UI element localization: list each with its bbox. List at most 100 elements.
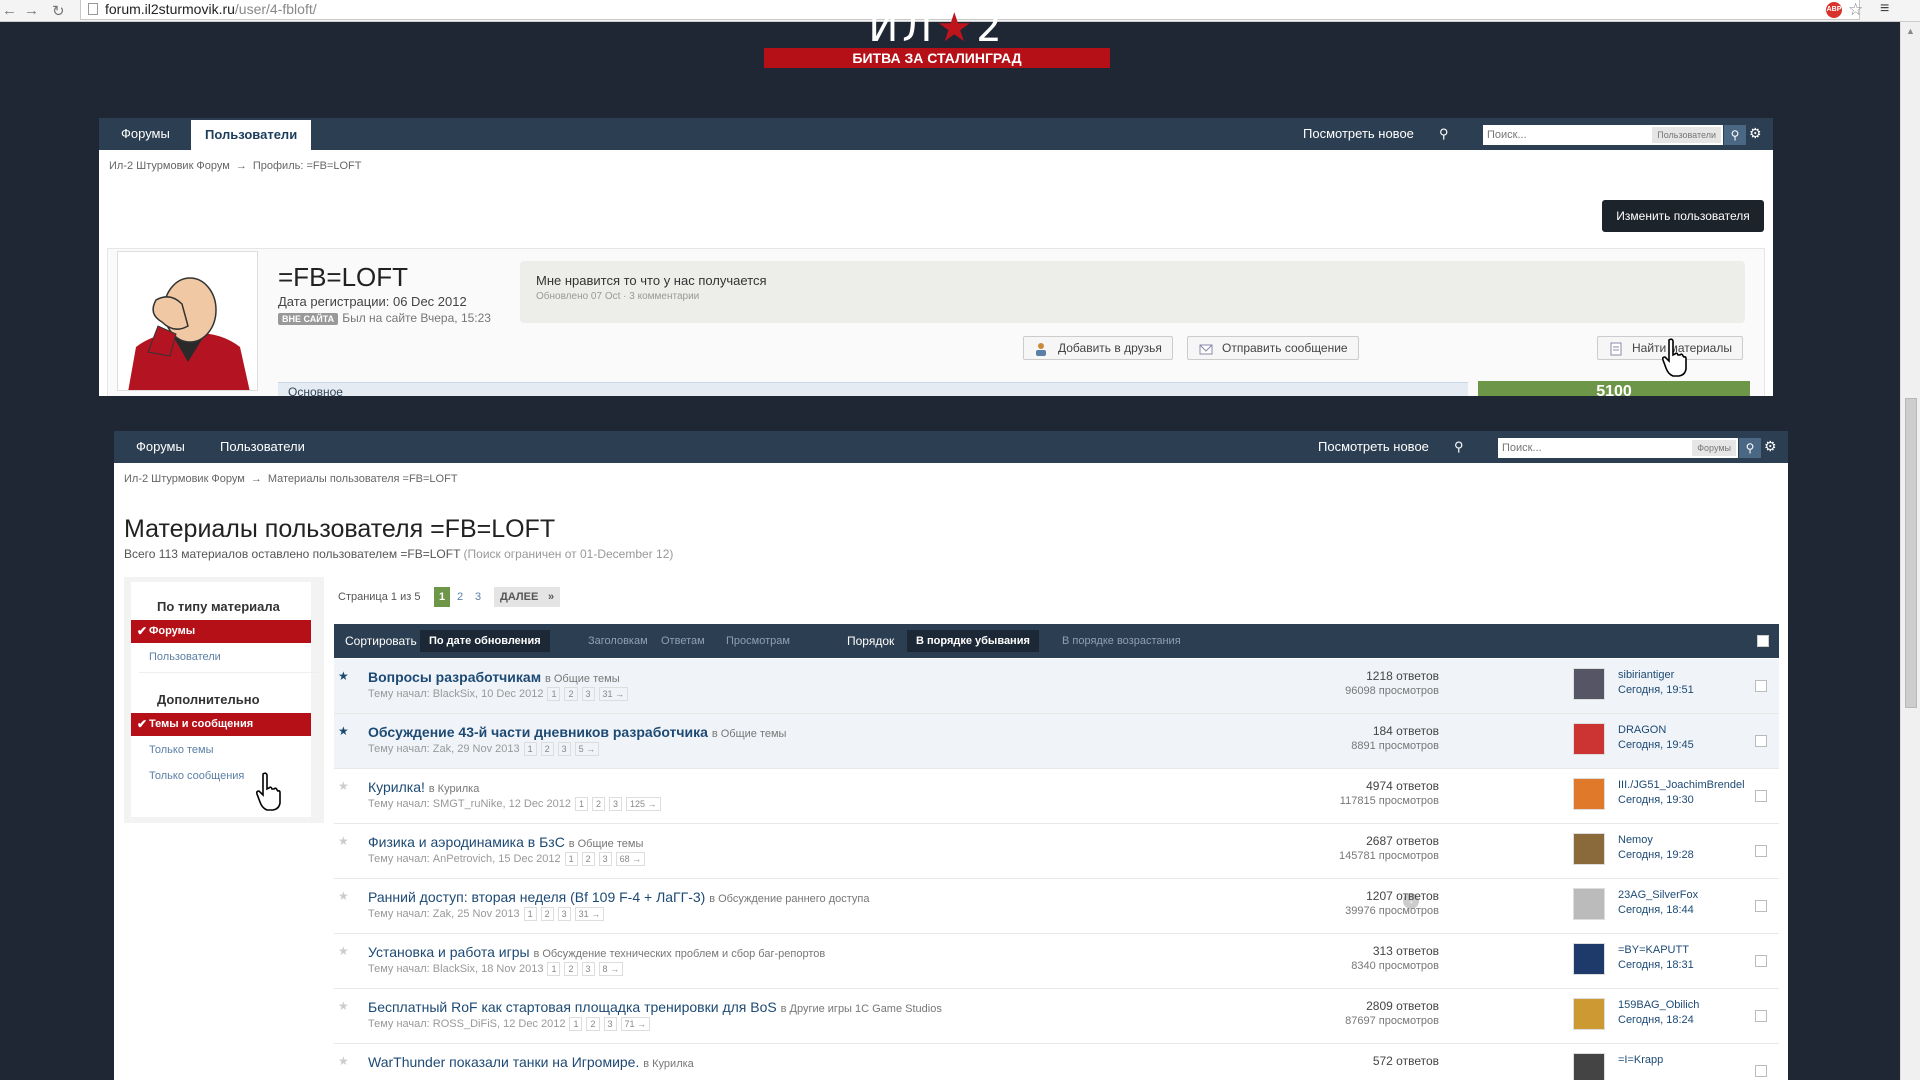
- topic-checkbox[interactable]: [1755, 1010, 1767, 1022]
- search-icon-2[interactable]: ⚲: [1739, 438, 1761, 458]
- back-icon[interactable]: ←: [2, 2, 17, 19]
- topic-title[interactable]: Установка и работа игры: [368, 944, 530, 960]
- topic-title[interactable]: Обсуждение 43-й части дневников разработ…: [368, 724, 708, 740]
- location-pin-icon-2[interactable]: ⚲: [1454, 439, 1464, 454]
- page-2[interactable]: 2: [452, 587, 468, 607]
- last-poster[interactable]: III./JG51_JoachimBrendel: [1618, 779, 1745, 791]
- topic-page-link[interactable]: 1: [547, 962, 561, 976]
- search-input-2[interactable]: [1498, 438, 1648, 458]
- topic-page-link[interactable]: 3: [598, 852, 612, 866]
- topic-checkbox[interactable]: [1755, 1065, 1767, 1077]
- filter-forums[interactable]: ✔ Форумы: [131, 620, 311, 643]
- topic-page-link[interactable]: 1: [569, 1017, 583, 1031]
- search-box[interactable]: Пользователи: [1483, 125, 1723, 145]
- last-poster[interactable]: DRAGON: [1618, 724, 1666, 736]
- star-icon[interactable]: ★: [338, 944, 349, 958]
- scrollbar-thumb[interactable]: [1905, 398, 1917, 708]
- avatar[interactable]: [1573, 1053, 1605, 1080]
- topic-page-link[interactable]: 3: [609, 797, 623, 811]
- edit-user-button[interactable]: Изменить пользователя: [1602, 200, 1764, 232]
- topic-page-link[interactable]: 125 →: [626, 797, 661, 811]
- last-poster[interactable]: =I=Krapp: [1618, 1054, 1663, 1066]
- topic-row[interactable]: ★ Ранний доступ: вторая неделя (Bf 109 F-…: [334, 879, 1779, 934]
- topic-page-link[interactable]: 2: [581, 852, 595, 866]
- topic-checkbox[interactable]: [1755, 955, 1767, 967]
- topic-row[interactable]: ★ Вопросы разработчикам в Общие темы Тему …: [334, 659, 1779, 714]
- topic-page-link[interactable]: 2: [540, 907, 554, 921]
- topic-row[interactable]: ★ Бесплатный RoF как стартовая площадка т…: [334, 989, 1779, 1044]
- topic-row[interactable]: ★ Обсуждение 43-й части дневников разрабо…: [334, 714, 1779, 769]
- view-new-link[interactable]: Посмотреть новое: [1303, 118, 1414, 150]
- location-pin-icon[interactable]: ⚲: [1439, 126, 1449, 141]
- star-icon[interactable]: ★: [338, 999, 349, 1013]
- filter-topics-only[interactable]: Только темы: [131, 739, 311, 762]
- bookmark-star-icon[interactable]: ☆: [1848, 0, 1863, 20]
- last-poster[interactable]: sibiriantiger: [1618, 669, 1674, 681]
- breadcrumb-root[interactable]: Ил-2 Штурмовик Форум: [109, 160, 230, 172]
- gear-icon-2[interactable]: ⚙: [1764, 438, 1777, 455]
- tab-forums-2[interactable]: Форумы: [122, 431, 199, 463]
- search-scope[interactable]: Пользователи: [1652, 127, 1721, 143]
- topic-page-link[interactable]: 3: [557, 907, 571, 921]
- topic-page-link[interactable]: 31 →: [574, 907, 605, 921]
- topic-title[interactable]: Ранний доступ: вторая неделя (Bf 109 F-4…: [368, 889, 705, 905]
- topic-page-link[interactable]: 71 →: [620, 1017, 651, 1031]
- topic-row[interactable]: ★ WarThunder показали танки на Игромире. …: [334, 1044, 1779, 1080]
- star-icon[interactable]: ★: [338, 834, 349, 848]
- topic-title[interactable]: Вопросы разработчикам: [368, 669, 541, 685]
- status-meta[interactable]: Обновлено 07 Oct · 3 комментарии: [536, 291, 699, 302]
- topic-page-link[interactable]: 2: [586, 1017, 600, 1031]
- last-poster[interactable]: Nemoy: [1618, 834, 1653, 846]
- tab-forums[interactable]: Форумы: [107, 118, 184, 150]
- star-icon[interactable]: ★: [338, 1054, 349, 1068]
- topic-checkbox[interactable]: [1755, 680, 1767, 692]
- topic-forum[interactable]: в Другие игры 1С Game Studios: [781, 1003, 942, 1015]
- page-1[interactable]: 1: [434, 587, 450, 607]
- topic-page-link[interactable]: 1: [523, 742, 537, 756]
- star-icon[interactable]: ★: [338, 724, 349, 738]
- topic-title[interactable]: Бесплатный RoF как стартовая площадка тр…: [368, 999, 777, 1015]
- avatar[interactable]: [1573, 778, 1605, 810]
- topic-row[interactable]: ★ Курилка! в Курилка Тему начал: SMGT_ruNi…: [334, 769, 1779, 824]
- star-icon[interactable]: ★: [338, 889, 349, 903]
- add-friend-button[interactable]: Добавить в друзья: [1023, 336, 1173, 360]
- topic-page-link[interactable]: 1: [547, 687, 561, 701]
- last-post-date[interactable]: Сегодня, 18:31: [1618, 959, 1694, 971]
- breadcrumb-root-2[interactable]: Ил-2 Штурмовик Форум: [124, 473, 245, 485]
- sort-by-views[interactable]: Просмотрам: [726, 624, 790, 658]
- topic-forum[interactable]: в Общие темы: [569, 838, 644, 850]
- star-icon[interactable]: ★: [338, 669, 349, 683]
- topic-forum[interactable]: в Общие темы: [712, 728, 787, 740]
- filter-posts-only[interactable]: Только сообщения: [131, 765, 311, 788]
- topic-page-link[interactable]: 3: [581, 962, 595, 976]
- last-post-date[interactable]: Сегодня, 18:24: [1618, 1014, 1694, 1026]
- topic-page-link[interactable]: 1: [523, 907, 537, 921]
- topic-forum[interactable]: в Обсуждение раннего доступа: [709, 893, 869, 905]
- tab-users-2[interactable]: Пользователи: [206, 431, 319, 463]
- send-message-button[interactable]: Отправить сообщение: [1187, 336, 1359, 360]
- last-post-date[interactable]: Сегодня, 19:45: [1618, 739, 1694, 751]
- view-new-link-2[interactable]: Посмотреть новое: [1318, 431, 1429, 463]
- profile-tab-overview[interactable]: Основное: [278, 382, 1468, 396]
- topic-forum[interactable]: в Обсуждение технических проблем и сбор …: [533, 948, 825, 960]
- topic-page-link[interactable]: 2: [564, 687, 578, 701]
- filter-topics-and-posts[interactable]: ✔ Темы и сообщения: [131, 713, 311, 736]
- search-scope-2[interactable]: Форумы: [1692, 440, 1736, 456]
- topic-forum[interactable]: в Общие темы: [545, 673, 620, 685]
- search-input[interactable]: [1483, 125, 1633, 145]
- page-scrollbar[interactable]: ▲: [1900, 22, 1920, 1080]
- sort-by-replies[interactable]: Ответам: [661, 624, 705, 658]
- search-box-2[interactable]: Форумы: [1498, 438, 1738, 458]
- topic-forum[interactable]: в Курилка: [643, 1058, 694, 1070]
- last-post-date[interactable]: Сегодня, 19:28: [1618, 849, 1694, 861]
- avatar[interactable]: [117, 251, 258, 391]
- last-poster[interactable]: =BY=KAPUTT: [1618, 944, 1689, 956]
- page-3[interactable]: 3: [470, 587, 486, 607]
- topic-page-link[interactable]: 2: [591, 797, 605, 811]
- next-page-button[interactable]: ДАЛЕЕ: [494, 587, 545, 607]
- topic-row[interactable]: ★ Установка и работа игры в Обсуждение те…: [334, 934, 1779, 989]
- forward-icon[interactable]: →: [24, 2, 39, 19]
- last-post-date[interactable]: Сегодня, 18:44: [1618, 904, 1694, 916]
- topic-page-link[interactable]: 3: [581, 687, 595, 701]
- avatar[interactable]: [1573, 668, 1605, 700]
